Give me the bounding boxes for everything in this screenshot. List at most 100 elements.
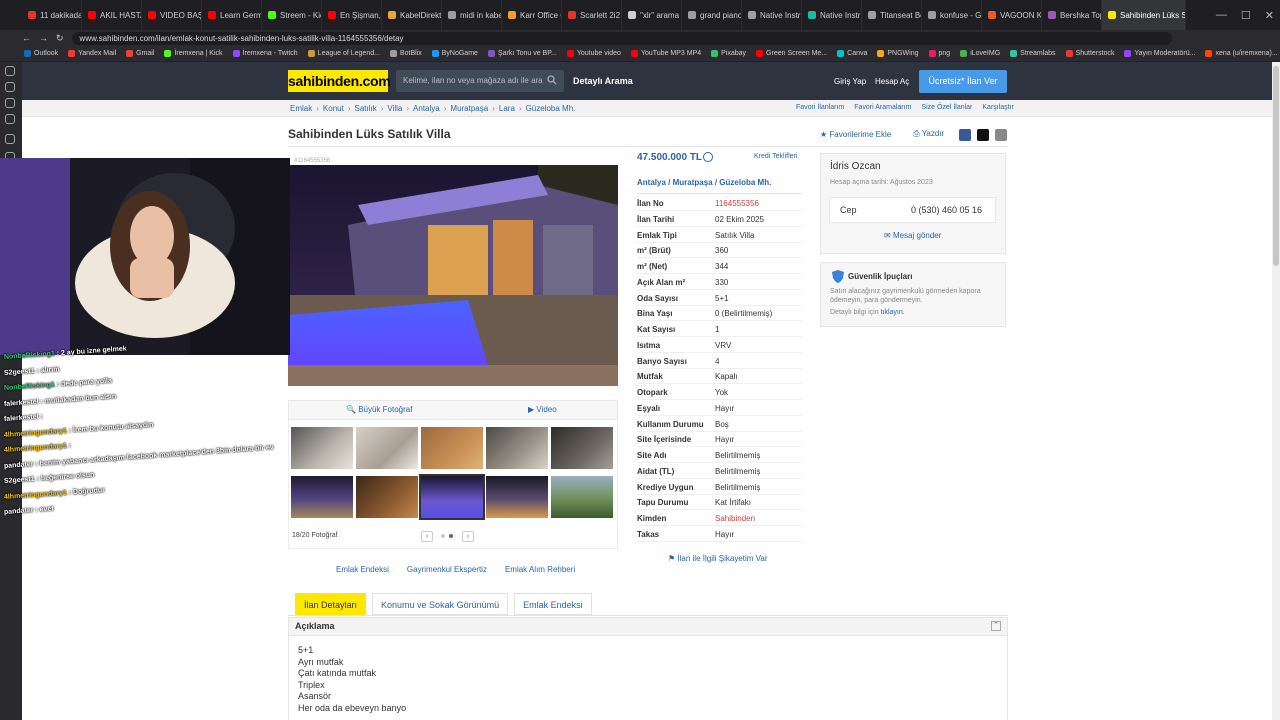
register-link[interactable]: Hesap Aç [875,77,909,86]
browser-tab[interactable]: AKIL HASTA [82,0,142,30]
scroll-thumb[interactable] [1273,66,1279,266]
browser-tab[interactable]: Karr Office C [502,0,562,30]
browser-tab[interactable]: Learn Germ [202,0,262,30]
site-logo[interactable]: sahibinden.com [288,70,391,92]
tab-location[interactable]: Konumu ve Sokak Görünümü [372,593,509,615]
bookmark-item[interactable]: Yayın Moderatörü... [1124,50,1195,57]
thumb-prev-button[interactable]: ‹ [421,531,433,542]
facebook-share-icon[interactable] [959,129,971,141]
thumbnail[interactable] [551,476,613,518]
bookmark-item[interactable]: PNGWing [877,50,919,57]
tab-real-estate-index[interactable]: Emlak Endeksi [514,593,592,615]
breadcrumb-item[interactable]: Antalya [413,104,440,113]
breadcrumb-item[interactable]: Güzeloba Mh. [526,104,576,113]
credit-offers-link[interactable]: Kredi Teklifleri [754,153,797,160]
thumbnail[interactable] [551,427,613,469]
browser-tab[interactable]: grand piano [682,0,742,30]
advanced-search-link[interactable]: Detaylı Arama [573,76,633,86]
reload-icon[interactable]: ↻ [56,33,64,44]
bookmark-item[interactable]: YouTube MP3 MP4 [630,50,701,57]
page-dot[interactable] [441,534,445,538]
security-detail-link[interactable]: tıklayın. [881,309,905,316]
big-photo-button[interactable]: 🔍 Büyük Fotoğraf [346,405,412,414]
search-icon[interactable] [547,75,557,85]
page-dot-active[interactable] [449,534,453,538]
maximize-icon[interactable]: ☐ [1241,9,1251,22]
post-ad-button[interactable]: Ücretsiz* İlan Ver [919,70,1007,93]
app-shortcut-icon[interactable] [5,82,15,92]
add-favorite-link[interactable]: ★ Favorilerime Ekle [820,130,891,139]
bookmark-item[interactable]: Şarkı Tonu ve BP... [487,50,557,57]
location-city[interactable]: Antalya [637,178,666,187]
browser-tab[interactable]: "xlr" arama [622,0,682,30]
thumbnail[interactable] [421,427,483,469]
breadcrumb-item[interactable]: Satılık [354,104,376,113]
send-message-button[interactable]: ✉ Mesaj gönder [884,231,941,240]
bookmark-item[interactable]: Pixabay [711,50,746,57]
bookmark-item[interactable]: ByNoGame [431,50,478,57]
app-shortcut-icon[interactable] [5,66,15,76]
x-share-icon[interactable] [977,129,989,141]
tab-listing-details[interactable]: İlan Detayları [295,593,367,615]
url-field[interactable]: www.sahibinden.com/ilan/emlak-konut-sati… [71,31,1172,45]
login-link[interactable]: Giriş Yap [834,77,866,86]
browser-tab[interactable]: Native Instru [802,0,862,30]
info-link[interactable]: Emlak Alım Rehberi [505,565,575,574]
browser-tab[interactable]: KabelDirekt [382,0,442,30]
app-shortcut-icon[interactable] [5,134,15,144]
bookmark-item[interactable]: Streamlabs [1010,50,1056,57]
breadcrumb-item[interactable]: Lara [499,104,515,113]
app-shortcut-icon[interactable] [5,98,15,108]
thumbnail-selected[interactable] [419,474,485,520]
user-link[interactable]: Karşılaştır [982,104,1014,111]
bookmark-item[interactable]: Shutterstock [1065,50,1114,57]
email-share-icon[interactable] [995,129,1007,141]
close-icon[interactable]: ✕ [1265,9,1274,22]
browser-tab[interactable]: Scarlett 2i2 [562,0,622,30]
search-input[interactable]: Kelime, ilan no veya mağaza adı ile ara [396,70,564,92]
browser-tab[interactable]: En Şişman, [322,0,382,30]
collapse-icon[interactable]: ⌃ [991,621,1001,631]
breadcrumb-item[interactable]: Konut [323,104,344,113]
browser-tab[interactable]: konfuse - G [922,0,982,30]
browser-tab[interactable]: midi in kabe [442,0,502,30]
breadcrumb-item[interactable]: Villa [387,104,402,113]
info-link[interactable]: Emlak Endeksi [336,565,389,574]
back-icon[interactable]: ← [22,33,31,43]
browser-tab[interactable]: Bershka Top [1042,0,1102,30]
browser-tab[interactable]: 11 dakikada [22,0,82,30]
browser-tab[interactable]: VIDEO BAŞI [142,0,202,30]
thumb-next-button[interactable]: › [462,531,474,542]
thumbnail[interactable] [486,476,548,518]
thumbnail[interactable] [291,476,353,518]
bookmark-item[interactable]: Gmail [126,50,154,57]
complaint-link[interactable]: ⚑ İlan ile İlgili Şikayetim Var [668,554,768,563]
seller-name[interactable]: İdris Ozcan [830,161,881,172]
breadcrumb-item[interactable]: Muratpaşa [450,104,488,113]
bookmark-item[interactable]: İremxena - Twitch [232,50,298,57]
bookmark-item[interactable]: İremxena | Kick [164,50,223,57]
price-history-icon[interactable] [703,152,713,162]
bookmark-item[interactable]: BotBlix [389,50,422,57]
browser-tab[interactable]: VAGOON Ka [982,0,1042,30]
thumbnail[interactable] [486,427,548,469]
browser-tab[interactable]: Streem - Kic [262,0,322,30]
phone-number[interactable]: 0 (530) 460 05 16 [911,205,982,215]
browser-tab[interactable]: Titanseat Be [862,0,922,30]
bookmark-item[interactable]: Yandex Mail [68,50,116,57]
user-link[interactable]: Favori İlanlarım [796,104,844,111]
main-photo[interactable] [288,165,618,386]
location-neighborhood[interactable]: Güzeloba Mh. [719,178,771,187]
forward-icon[interactable]: → [39,33,48,43]
bookmark-item[interactable]: iLoveIMG [960,50,1000,57]
bookmark-item[interactable]: Outlook [24,50,58,57]
user-link[interactable]: Favori Aramalarım [854,104,911,111]
bookmark-item[interactable]: Youtube video [566,50,621,57]
thumbnail[interactable] [356,476,418,518]
bookmark-item[interactable]: League of Legend... [307,50,380,57]
bookmark-item[interactable]: png [928,50,950,57]
thumbnail[interactable] [356,427,418,469]
video-button[interactable]: ▶ Video [528,405,557,414]
bookmark-item[interactable]: Green Screen Me... [756,50,827,57]
browser-tab[interactable]: Native Instru [742,0,802,30]
